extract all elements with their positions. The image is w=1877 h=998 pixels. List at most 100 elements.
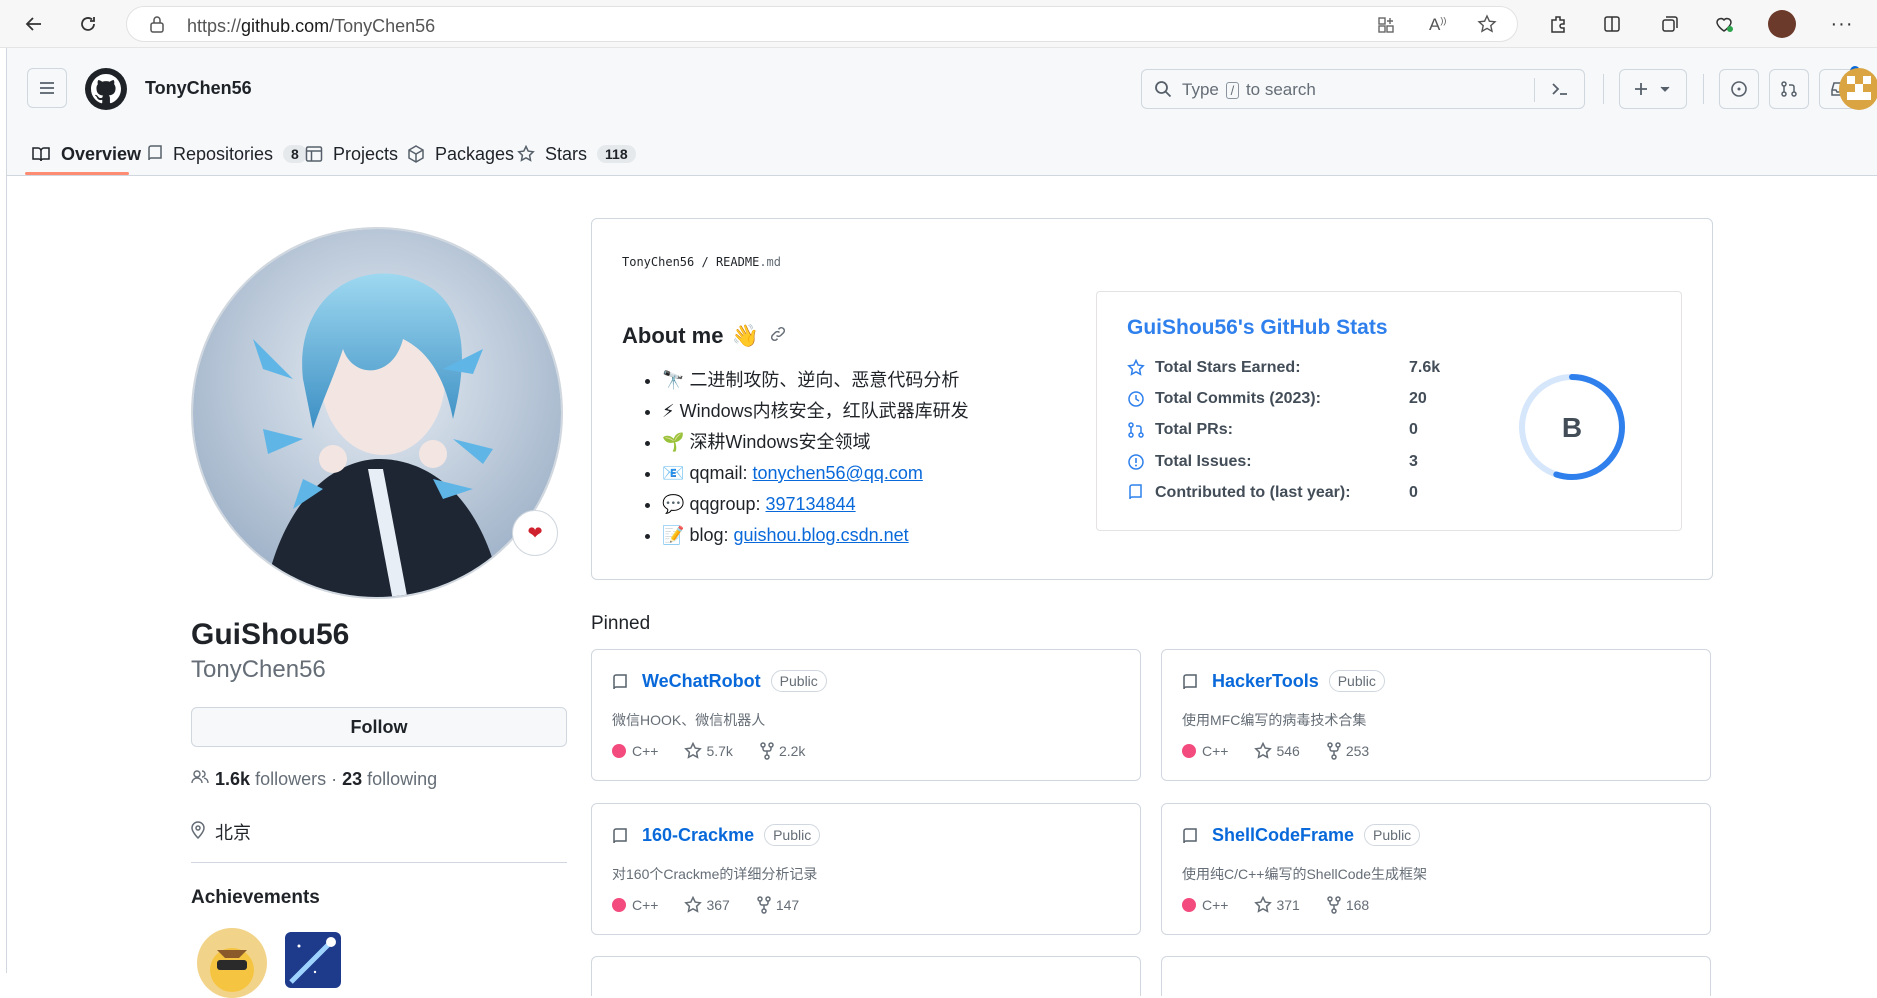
repo-forks-link[interactable]: 253 — [1326, 742, 1369, 760]
tab-overview-label: Overview — [61, 143, 142, 164]
repo-forks-link[interactable]: 2.2k — [759, 742, 805, 760]
stars-count: 371 — [1276, 897, 1300, 913]
profile-readme: TonyChen56 / README.md About me 👋 🔭 二进制攻… — [591, 218, 1713, 580]
stat-row: Total PRs: 0 — [1127, 418, 1418, 442]
readme-ext: .md — [759, 255, 781, 269]
profile-name: GuiShou56 — [191, 618, 350, 651]
user-avatar[interactable] — [1839, 68, 1877, 110]
language-color-dot — [1182, 744, 1196, 758]
repo-stars-link[interactable]: 546 — [1254, 742, 1300, 760]
back-arrow-icon[interactable] — [22, 12, 46, 36]
pinned-repo-card-partial — [1161, 956, 1711, 996]
telescope-icon: 🔭 — [662, 370, 685, 390]
language-name: C++ — [1202, 897, 1229, 913]
repo-stars-link[interactable]: 5.7k — [684, 742, 733, 760]
followers-link[interactable]: 1.6k followers — [215, 769, 326, 790]
anchor-link-icon[interactable] — [769, 323, 787, 349]
repo-meta: C++ 371 168 — [1182, 896, 1395, 914]
search-prefix: Type — [1182, 80, 1219, 99]
repo-language: C++ — [612, 897, 658, 913]
repo-meta: C++ 367 147 — [612, 896, 825, 914]
repo-icon — [1182, 828, 1198, 851]
following-link[interactable]: 23 following — [342, 769, 437, 790]
visibility-badge: Public — [1364, 824, 1421, 846]
tab-stars-label: Stars — [545, 143, 588, 164]
browser-toolbar: https://github.com/TonyChen56 A)) ··· — [0, 0, 1877, 48]
tab-stars[interactable]: Stars 118 — [517, 138, 636, 170]
email-link[interactable]: tonychen56@qq.com — [752, 463, 922, 483]
address-bar[interactable]: https://github.com/TonyChen56 A)) — [126, 6, 1518, 42]
pinned-repo-name: 160-Crackme Public — [642, 824, 821, 846]
github-logo-icon[interactable] — [85, 68, 127, 110]
profile-avatar[interactable] — [1768, 10, 1796, 38]
profile-login: TonyChen56 — [191, 656, 326, 683]
repo-icon — [1182, 674, 1198, 697]
forks-count: 168 — [1345, 897, 1370, 913]
tab-overview[interactable]: Overview — [31, 138, 141, 170]
about-item-text: blog: — [689, 525, 734, 545]
about-item-text: 深耕Windows安全领域 — [689, 432, 871, 452]
readme-file[interactable]: README — [716, 255, 759, 269]
header-username[interactable]: TonyChen56 — [145, 78, 252, 99]
repo-language: C++ — [1182, 743, 1228, 759]
profile-avatar-large[interactable] — [191, 227, 563, 599]
stat-row: Total Issues: 3 — [1127, 450, 1418, 474]
hamburger-menu-button[interactable] — [27, 68, 67, 108]
tab-repositories-label: Repositories — [173, 143, 274, 164]
about-heading-text: About me — [622, 323, 724, 348]
repo-forks-link[interactable]: 168 — [1326, 896, 1369, 914]
repo-name-link[interactable]: HackerTools — [1212, 671, 1319, 692]
favorite-star-icon[interactable] — [1477, 14, 1497, 39]
stat-label: Total Stars Earned: — [1155, 359, 1301, 376]
command-palette-icon[interactable] — [1550, 80, 1570, 103]
stars-count: 546 — [1276, 743, 1300, 759]
about-item-text: qqmail: — [689, 463, 753, 483]
rank-letter: B — [1562, 412, 1582, 443]
follow-button[interactable]: Follow — [191, 707, 567, 747]
lightning-icon: ⚡ — [662, 401, 675, 421]
achievement-badge-2[interactable] — [285, 932, 341, 988]
star-icon — [684, 742, 703, 759]
achievement-badge-1[interactable] — [197, 928, 267, 998]
readme-path-sep: / — [701, 255, 709, 269]
blog-link[interactable]: guishou.blog.csdn.net — [733, 525, 908, 545]
repo-name-link[interactable]: 160-Crackme — [642, 825, 754, 846]
browser-essentials-icon[interactable] — [1712, 12, 1736, 36]
lock-icon[interactable] — [149, 15, 165, 38]
stat-value: 7.6k — [1409, 359, 1441, 376]
app-available-icon[interactable] — [1377, 16, 1395, 39]
readme-path: TonyChen56 / README.md — [622, 255, 781, 269]
repo-stars-link[interactable]: 371 — [1254, 896, 1300, 914]
star-icon — [1127, 359, 1145, 376]
pull-requests-icon[interactable] — [1769, 69, 1809, 109]
visibility-badge: Public — [1328, 670, 1385, 692]
followers-label: followers — [255, 769, 327, 789]
repo-forks-link[interactable]: 147 — [756, 896, 799, 914]
read-aloud-icon[interactable]: A)) — [1429, 15, 1446, 35]
search-input[interactable]: Type / to search — [1141, 69, 1585, 109]
reload-icon[interactable] — [76, 12, 100, 36]
following-label: following — [367, 769, 438, 789]
about-item-text: 二进制攻防、逆向、恶意代码分析 — [689, 370, 960, 390]
list-item: 💬 qqgroup: 397134844 — [662, 489, 969, 520]
extensions-icon[interactable] — [1546, 12, 1570, 36]
tab-packages[interactable]: Packages — [407, 138, 514, 170]
repo-language: C++ — [1182, 897, 1228, 913]
repo-name-link[interactable]: ShellCodeFrame — [1212, 825, 1354, 846]
people-icon — [191, 769, 209, 790]
location-pin-icon — [191, 820, 205, 844]
readme-owner[interactable]: TonyChen56 — [622, 255, 694, 269]
tab-repositories[interactable]: Repositories 8 — [147, 138, 307, 170]
repo-stars-link[interactable]: 367 — [684, 896, 730, 914]
tab-projects[interactable]: Projects — [305, 138, 398, 170]
split-screen-icon[interactable] — [1600, 12, 1624, 36]
qqgroup-link[interactable]: 397134844 — [766, 494, 856, 514]
history-icon — [1128, 391, 1144, 407]
more-menu-icon[interactable]: ··· — [1830, 12, 1854, 36]
collections-icon[interactable] — [1658, 12, 1682, 36]
issues-icon[interactable] — [1719, 69, 1759, 109]
create-new-button[interactable] — [1619, 69, 1687, 109]
url-host: github.com — [241, 16, 330, 36]
status-heart-icon[interactable]: ❤ — [512, 510, 558, 556]
repo-name-link[interactable]: WeChatRobot — [642, 671, 761, 692]
